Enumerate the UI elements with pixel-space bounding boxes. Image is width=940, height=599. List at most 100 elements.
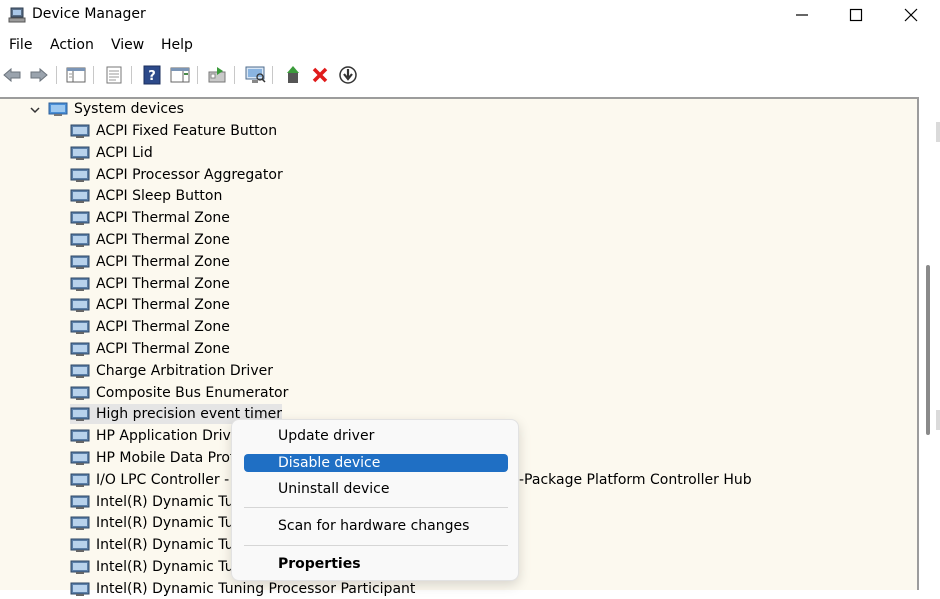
device-label: Intel(R) Dynamic Tuning Processor Partic… [96, 580, 416, 597]
device-label: ACPI Thermal Zone [96, 341, 230, 357]
tree-item-device[interactable]: Charge Arbitration Driver [70, 361, 273, 381]
device-icon [70, 386, 90, 400]
tree-item-device[interactable]: ACPI Fixed Feature Button [70, 121, 277, 141]
device-icon [70, 342, 90, 356]
svg-text:?: ? [148, 69, 156, 84]
tree-item-device[interactable]: Composite Bus Enumerator [70, 383, 288, 403]
context-menu: Update driver Disable device Uninstall d… [231, 419, 519, 581]
device-label: HP Mobile Data Prote [96, 450, 244, 466]
category-system-devices[interactable]: System devices [48, 99, 184, 119]
scrollbar-arrow [936, 122, 940, 142]
update-driver-button[interactable] [206, 64, 228, 86]
category-label: System devices [74, 101, 184, 117]
tree-item-device[interactable]: ACPI Lid [70, 143, 153, 163]
menu-item-scan-hardware[interactable]: Scan for hardware changes [244, 517, 508, 535]
device-label: HP Application Drive [96, 428, 240, 445]
enable-device-button[interactable] [282, 64, 304, 86]
tree-item-device[interactable]: HP Mobile Data Prote [70, 448, 244, 468]
device-label: ACPI Lid [96, 144, 153, 161]
device-icon [70, 538, 90, 553]
tree-item-device[interactable]: Intel(R) Dynamic Tun [70, 557, 242, 577]
menu-item-disable-device[interactable]: Disable device [244, 454, 508, 472]
menu-item-properties[interactable]: Properties [244, 555, 508, 573]
tree-item-device[interactable]: ACPI Thermal Zone [70, 339, 230, 359]
help-button[interactable]: ? [141, 64, 163, 86]
close-icon [904, 8, 918, 22]
help-icon: ? [143, 65, 161, 85]
close-window-button[interactable] [883, 0, 939, 30]
scrollbar-arrow [936, 410, 940, 430]
back-arrow-icon [3, 67, 21, 83]
tree-item-device[interactable]: Intel(R) Dynamic Tun [70, 492, 242, 512]
device-icon [70, 277, 90, 291]
device-icon [70, 255, 90, 269]
tree-item-device[interactable]: ACPI Thermal Zone [70, 274, 230, 294]
menu-file[interactable]: File [9, 37, 32, 53]
maximize-button[interactable] [828, 0, 884, 30]
menu-item-uninstall-device[interactable]: Uninstall device [244, 480, 508, 498]
rollback-driver-button[interactable] [337, 64, 359, 86]
toolbar-separator [197, 66, 198, 84]
tree-item-device[interactable]: I/O LPC Controller - S [70, 470, 243, 490]
update-driver-icon [208, 67, 226, 83]
tree-item-device[interactable]: ACPI Processor Aggregator [70, 165, 283, 185]
menu-bar: File Action View Help [0, 34, 940, 58]
tree-item-device[interactable]: Intel(R) Dynamic Tuning Processor Partic… [70, 579, 415, 599]
tree-item-device[interactable]: HP Application Drive [70, 426, 239, 446]
menu-action[interactable]: Action [50, 37, 94, 53]
forward-button[interactable] [28, 64, 50, 86]
collapse-chevron-icon[interactable] [29, 104, 41, 116]
properties-button[interactable] [103, 64, 125, 86]
toolbar-separator [131, 66, 132, 84]
device-label: Intel(R) Dynamic Tun [96, 515, 243, 532]
toolbar-separator [93, 66, 94, 84]
device-label: ACPI Thermal Zone [96, 210, 230, 227]
minimize-button[interactable] [774, 0, 830, 30]
tree-item-device[interactable]: ACPI Thermal Zone [70, 317, 230, 337]
menu-item-update-driver[interactable]: Update driver [244, 427, 508, 445]
tree-item-device[interactable]: ACPI Sleep Button [70, 186, 222, 206]
tree-item-device[interactable]: ACPI Thermal Zone [70, 230, 230, 250]
scrollbar-thumb[interactable] [926, 265, 930, 435]
device-icon [70, 189, 90, 204]
menu-view[interactable]: View [111, 37, 144, 53]
download-driver-icon [339, 66, 357, 84]
toolbar: ? [0, 62, 940, 90]
menu-help[interactable]: Help [161, 37, 193, 53]
tree-item-device[interactable]: ACPI Thermal Zone [70, 252, 230, 272]
device-icon [70, 451, 90, 465]
device-label: Intel(R) Dynamic Tun [96, 493, 243, 510]
tree-item-device[interactable]: ACPI Thermal Zone [70, 208, 230, 228]
device-icon [70, 211, 90, 226]
menu-separator [244, 545, 508, 546]
tree-item-device[interactable]: Intel(R) Dynamic Tun [70, 535, 242, 555]
tree-item-device[interactable]: ACPI Thermal Zone [70, 295, 230, 315]
action-pane-icon [170, 67, 190, 83]
back-button[interactable] [1, 64, 23, 86]
device-icon [70, 146, 90, 160]
device-icon [70, 364, 90, 378]
uninstall-device-button[interactable] [309, 64, 331, 86]
title-bar: Device Manager [0, 0, 940, 32]
device-icon [70, 320, 90, 335]
tree-item-device[interactable]: Intel(R) Dynamic Tun [70, 513, 242, 533]
device-icon [70, 582, 90, 596]
device-icon [70, 124, 90, 138]
enable-device-icon [287, 66, 299, 83]
toolbar-separator [56, 66, 57, 84]
properties-sheet-icon [106, 66, 122, 84]
device-label: Composite Bus Enumerator [96, 384, 289, 401]
menu-separator [244, 507, 508, 508]
device-icon [70, 473, 90, 487]
device-icon [70, 429, 90, 444]
device-label: ACPI Thermal Zone [96, 275, 230, 292]
system-devices-icon [48, 102, 68, 116]
action-pane-button[interactable] [169, 64, 191, 86]
scan-hardware-button[interactable] [244, 64, 266, 86]
forward-arrow-icon [30, 67, 48, 83]
device-icon [70, 168, 90, 182]
show-hide-console-tree-button[interactable] [65, 64, 87, 86]
uninstall-device-icon [312, 67, 328, 83]
device-icon [70, 233, 90, 247]
device-label: ACPI Sleep Button [96, 188, 223, 205]
